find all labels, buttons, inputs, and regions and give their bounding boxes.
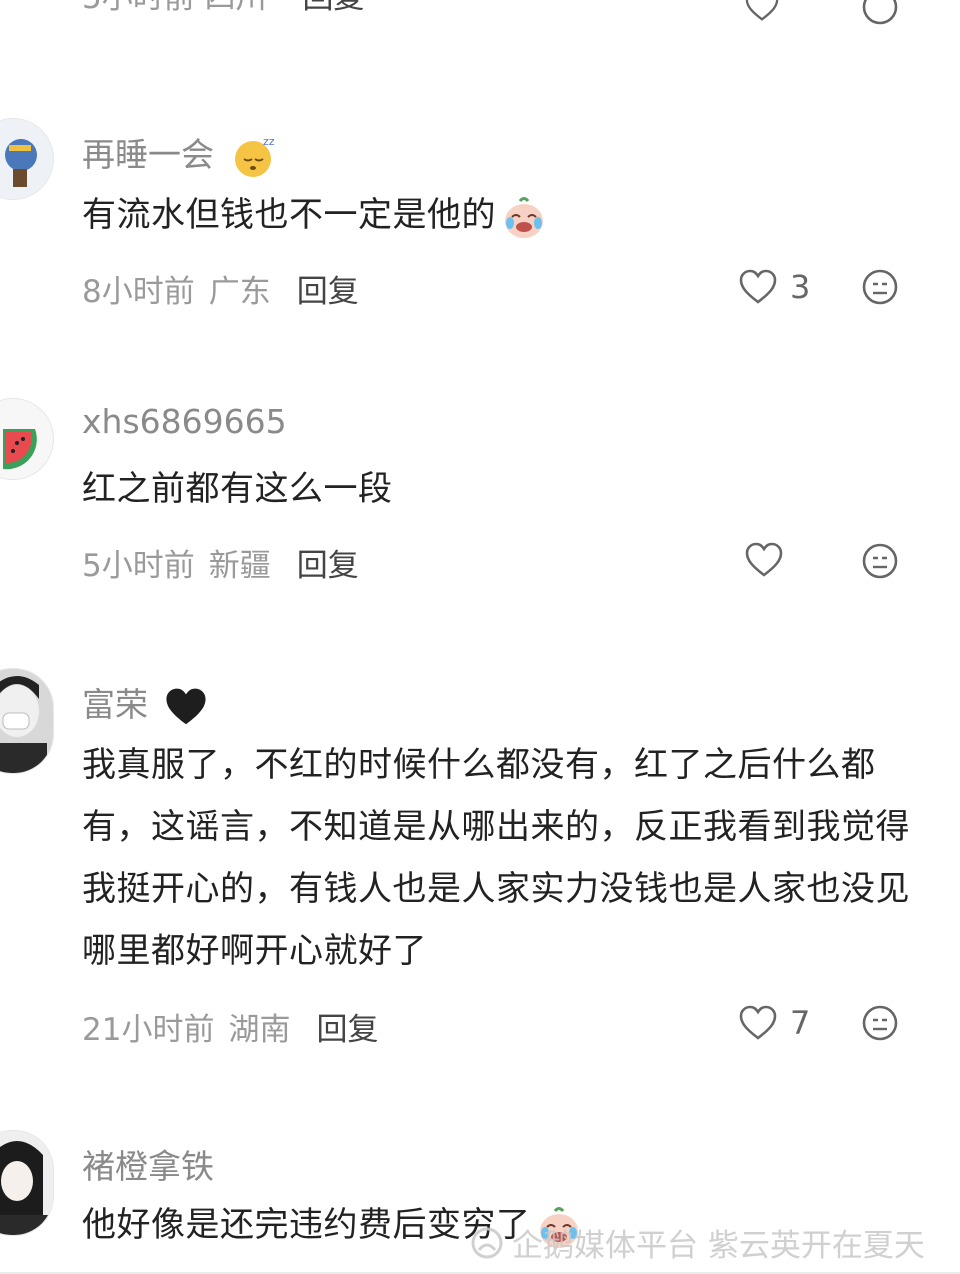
emoji-reaction-icon[interactable] <box>861 0 899 26</box>
emoji-reaction-icon[interactable] <box>861 1004 899 1042</box>
like-count: 7 <box>790 1004 811 1042</box>
comment-meta: 8小时前 广东 回复 <box>82 266 359 311</box>
avatar[interactable] <box>0 398 54 480</box>
username[interactable]: 褚橙拿铁 <box>82 1140 214 1188</box>
timestamp: 8小时前 <box>82 274 195 310</box>
username[interactable]: 再睡一会 zz <box>82 128 277 181</box>
svg-text:zz: zz <box>263 135 275 148</box>
sleeping-face-emoji: zz <box>234 135 275 177</box>
crying-laughing-emoji <box>505 196 543 238</box>
emoji-reaction-icon[interactable] <box>861 268 899 306</box>
avatar[interactable] <box>0 118 54 200</box>
like-button[interactable]: 3 <box>738 268 810 306</box>
watermark: 企鹅媒体平台 紫云英开在夏天 <box>470 1220 925 1265</box>
partial-meta: 5小时前 四川 回复 <box>82 0 364 17</box>
like-button[interactable]: 7 <box>738 1004 810 1042</box>
emoji-reaction-icon[interactable] <box>861 542 899 580</box>
location: 广东 <box>208 274 271 310</box>
heart-icon <box>739 269 777 304</box>
timestamp: 21小时前 <box>82 1012 215 1048</box>
reply-button[interactable]: 回复 <box>297 540 359 585</box>
location: 湖南 <box>228 1012 291 1048</box>
comment-meta: 21小时前 湖南 回复 <box>82 1004 378 1049</box>
reply-button[interactable]: 回复 <box>316 1004 378 1049</box>
timestamp: 5小时前 <box>82 548 195 584</box>
black-heart-emoji <box>165 688 206 724</box>
username[interactable]: xhs6869665 <box>82 402 287 441</box>
heart-icon <box>745 542 783 577</box>
like-button[interactable] <box>744 542 784 578</box>
reply-button[interactable]: 回复 <box>302 0 364 16</box>
heart-icon[interactable] <box>744 0 780 22</box>
username[interactable]: 富荣 <box>82 678 209 728</box>
like-count: 3 <box>790 268 811 306</box>
heart-icon <box>739 1005 777 1040</box>
penguin-logo-icon <box>471 1227 503 1258</box>
comment-meta: 5小时前 新疆 回复 <box>82 540 359 585</box>
avatar[interactable] <box>0 1130 54 1236</box>
reply-button[interactable]: 回复 <box>297 266 359 311</box>
comment-text: 有流水但钱也不一定是他的 <box>82 184 922 246</box>
comment-text: 我真服了，不红的时候什么都没有，红了之后什么都有，这谣言，不知道是从哪出来的，反… <box>82 745 910 971</box>
location: 新疆 <box>208 548 271 584</box>
comment-text: 红之前都有这么一段 <box>82 469 393 509</box>
avatar[interactable] <box>0 668 54 774</box>
